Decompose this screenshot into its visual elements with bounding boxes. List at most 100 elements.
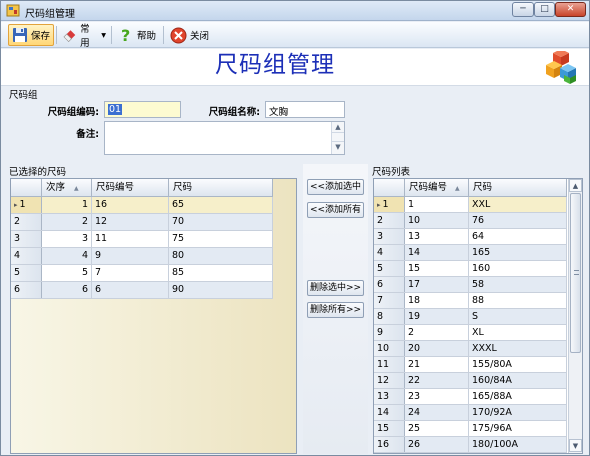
note-scrollbar[interactable]: ▲ ▼ bbox=[331, 122, 344, 154]
row-number[interactable]: 9 bbox=[374, 325, 405, 340]
table-row[interactable]: 12 22 160/84A bbox=[374, 373, 567, 389]
size-cell[interactable]: 165/88A bbox=[469, 389, 567, 404]
size-code-cell[interactable]: 25 bbox=[405, 421, 469, 436]
window-close-button[interactable]: ✕ bbox=[555, 2, 586, 17]
size-cell[interactable]: 85 bbox=[169, 265, 273, 281]
row-number[interactable]: 6 bbox=[374, 277, 405, 292]
size-code-cell[interactable]: 6 bbox=[92, 282, 169, 298]
order-cell[interactable]: 3 bbox=[42, 231, 92, 247]
scroll-down-icon[interactable]: ▼ bbox=[332, 141, 344, 152]
size-cell[interactable]: 64 bbox=[469, 229, 567, 244]
row-number[interactable]: 16 bbox=[374, 437, 405, 452]
size-code-cell[interactable]: 14 bbox=[405, 245, 469, 260]
size-code-cell[interactable]: 10 bbox=[405, 213, 469, 228]
table-row[interactable]: 8 19 S bbox=[374, 309, 567, 325]
column-header-size[interactable]: 尺码 bbox=[169, 179, 273, 197]
table-row[interactable]: 4 14 165 bbox=[374, 245, 567, 261]
size-cell[interactable]: 165 bbox=[469, 245, 567, 260]
column-header-order[interactable]: 次序 ▲ bbox=[42, 179, 92, 197]
size-code-cell[interactable]: 13 bbox=[405, 229, 469, 244]
title-bar[interactable]: 尺码组管理 ─ □ ✕ bbox=[1, 1, 589, 21]
row-number[interactable]: 3 bbox=[11, 231, 42, 247]
table-row[interactable]: 11 21 155/80A bbox=[374, 357, 567, 373]
row-number[interactable]: 2 bbox=[11, 214, 42, 230]
order-cell[interactable]: 4 bbox=[42, 248, 92, 264]
size-cell[interactable]: 90 bbox=[169, 282, 273, 298]
size-code-cell[interactable]: 23 bbox=[405, 389, 469, 404]
size-cell[interactable]: 88 bbox=[469, 293, 567, 308]
row-number[interactable]: 12 bbox=[374, 373, 405, 388]
table-row[interactable]: 5 15 160 bbox=[374, 261, 567, 277]
size-code-cell[interactable]: 16 bbox=[92, 197, 169, 213]
table-row[interactable]: 5 5 7 85 bbox=[11, 265, 273, 282]
size-code-cell[interactable]: 20 bbox=[405, 341, 469, 356]
size-cell[interactable]: 65 bbox=[169, 197, 273, 213]
table-row[interactable]: 10 20 XXXL bbox=[374, 341, 567, 357]
group-code-field[interactable]: 01 bbox=[104, 101, 181, 118]
scroll-up-icon[interactable]: ▲ bbox=[332, 122, 344, 133]
row-number[interactable]: 4 bbox=[374, 245, 405, 260]
size-cell[interactable]: 80 bbox=[169, 248, 273, 264]
table-row[interactable]: 2 10 76 bbox=[374, 213, 567, 229]
table-row[interactable]: 3 13 64 bbox=[374, 229, 567, 245]
size-cell[interactable]: 58 bbox=[469, 277, 567, 292]
size-cell[interactable]: 75 bbox=[169, 231, 273, 247]
table-row[interactable]: 4 4 9 80 bbox=[11, 248, 273, 265]
row-number[interactable]: 2 bbox=[374, 213, 405, 228]
size-code-cell[interactable]: 22 bbox=[405, 373, 469, 388]
table-row[interactable]: 7 18 88 bbox=[374, 293, 567, 309]
table-row[interactable]: 6 6 6 90 bbox=[11, 282, 273, 299]
size-code-cell[interactable]: 26 bbox=[405, 437, 469, 452]
row-number[interactable]: 5 bbox=[11, 265, 42, 281]
order-cell[interactable]: 6 bbox=[42, 282, 92, 298]
note-textarea[interactable]: ▲ ▼ bbox=[104, 121, 345, 155]
save-button[interactable]: 保存 bbox=[8, 24, 54, 46]
table-row[interactable]: 6 17 58 bbox=[374, 277, 567, 293]
add-selected-button[interactable]: <<添加选中 bbox=[307, 179, 364, 195]
order-cell[interactable]: 2 bbox=[42, 214, 92, 230]
size-code-cell[interactable]: 1 bbox=[405, 197, 469, 212]
row-number[interactable]: 5 bbox=[374, 261, 405, 276]
table-row[interactable]: ▸ 1 1 XXL bbox=[374, 197, 567, 213]
row-number[interactable]: 13 bbox=[374, 389, 405, 404]
size-code-cell[interactable]: 12 bbox=[92, 214, 169, 230]
size-code-cell[interactable]: 24 bbox=[405, 405, 469, 420]
size-cell[interactable]: XXL bbox=[469, 197, 567, 212]
size-code-cell[interactable]: 21 bbox=[405, 357, 469, 372]
row-number[interactable]: 14 bbox=[374, 405, 405, 420]
row-number[interactable]: ▸ 1 bbox=[11, 197, 42, 213]
column-header-size[interactable]: 尺码 bbox=[469, 179, 567, 197]
add-all-button[interactable]: <<添加所有 bbox=[307, 202, 364, 218]
row-number[interactable]: 4 bbox=[11, 248, 42, 264]
size-cell[interactable]: XXXL bbox=[469, 341, 567, 356]
help-button[interactable]: ? 帮助 bbox=[115, 24, 161, 46]
size-cell[interactable]: S bbox=[469, 309, 567, 324]
table-row[interactable]: ▸ 1 1 16 65 bbox=[11, 197, 273, 214]
row-number[interactable]: 10 bbox=[374, 341, 405, 356]
table-row[interactable]: 14 24 170/92A bbox=[374, 405, 567, 421]
row-number[interactable]: ▸ 1 bbox=[374, 197, 405, 212]
minimize-button[interactable]: ─ bbox=[512, 2, 534, 17]
close-button[interactable]: 关闭 bbox=[167, 24, 213, 46]
size-cell[interactable]: 160 bbox=[469, 261, 567, 276]
size-cell[interactable]: 180/100A bbox=[469, 437, 567, 452]
size-cell[interactable]: XL bbox=[469, 325, 567, 340]
row-number[interactable]: 6 bbox=[11, 282, 42, 298]
size-cell[interactable]: 175/96A bbox=[469, 421, 567, 436]
remove-all-button[interactable]: 删除所有>> bbox=[307, 302, 364, 318]
size-cell[interactable]: 76 bbox=[469, 213, 567, 228]
size-code-cell[interactable]: 15 bbox=[405, 261, 469, 276]
remove-selected-button[interactable]: 删除选中>> bbox=[307, 280, 364, 296]
order-cell[interactable]: 1 bbox=[42, 197, 92, 213]
column-header-size-code[interactable]: 尺码编号 bbox=[92, 179, 169, 197]
size-code-cell[interactable]: 11 bbox=[92, 231, 169, 247]
table-row[interactable]: 16 26 180/100A bbox=[374, 437, 567, 453]
size-cell[interactable]: 155/80A bbox=[469, 357, 567, 372]
table-row[interactable]: 13 23 165/88A bbox=[374, 389, 567, 405]
scroll-down-icon[interactable]: ▼ bbox=[569, 439, 582, 452]
row-number[interactable]: 3 bbox=[374, 229, 405, 244]
scrollbar-thumb[interactable] bbox=[570, 193, 581, 353]
size-code-cell[interactable]: 7 bbox=[92, 265, 169, 281]
group-name-field[interactable]: 文胸 bbox=[265, 101, 345, 118]
table-row[interactable]: 15 25 175/96A bbox=[374, 421, 567, 437]
